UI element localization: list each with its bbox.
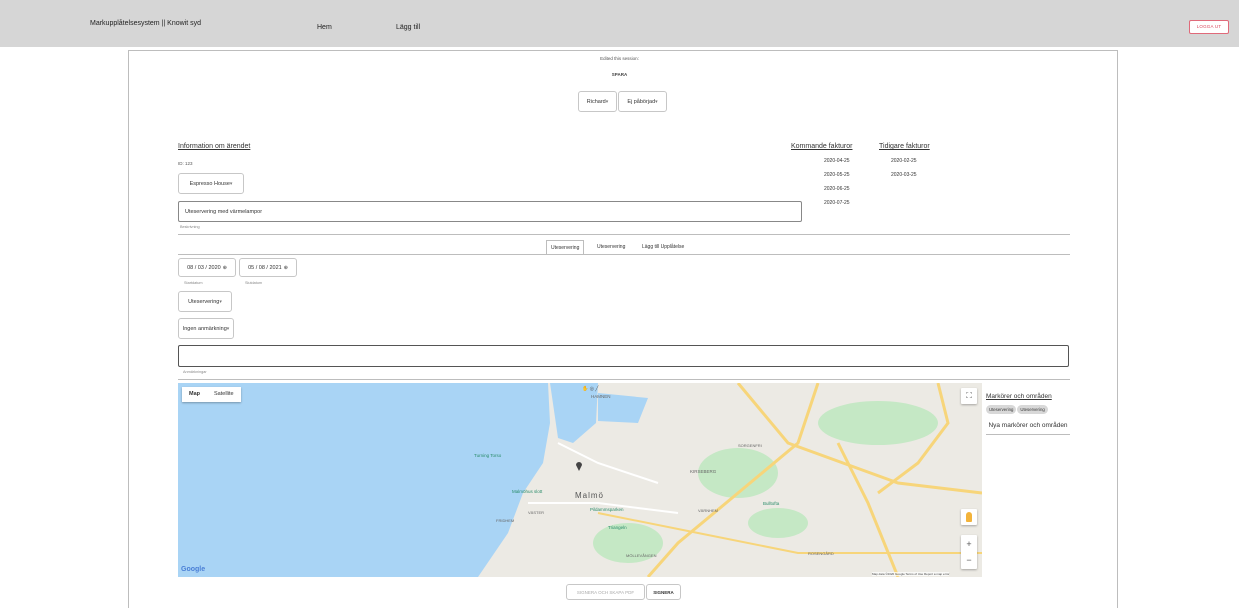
sign-button[interactable]: SIGNERA: [646, 584, 681, 600]
map-label-rosengard: ROSENGÅRD: [808, 551, 834, 556]
map-label-hamnen: HAMNEN: [591, 394, 611, 399]
notice-label: Ingen anmärkning: [182, 325, 227, 332]
new-markers-heading: Nya markörer och områden: [988, 422, 1068, 429]
nav-add-link[interactable]: Lägg till: [396, 24, 420, 31]
status-label: Ej påbörjad: [627, 98, 656, 105]
end-date-label: Slutdatum: [245, 281, 263, 285]
section-divider: [178, 234, 1070, 235]
permit-tabs: Uteservering Uteservering Lägg till Uppl…: [178, 240, 1070, 255]
notes-field[interactable]: [178, 345, 1069, 367]
map-poi-bulltofta: Bulltofta: [763, 501, 780, 506]
end-date-value: 05 / 08 / 2021: [248, 264, 282, 271]
case-id: ID: 123: [178, 161, 193, 166]
upcoming-invoices-heading: Kommande fakturor: [791, 143, 853, 150]
map-poi-malmohus: Malmöhus slott: [512, 489, 543, 494]
markers-panel: Markörer och områden Uteservering Uteserv…: [986, 393, 1070, 435]
logout-button[interactable]: LOGGA UT: [1189, 20, 1229, 34]
company-dropdown[interactable]: Espresso House: [178, 173, 244, 194]
zoom-control: + −: [961, 535, 977, 569]
nav-home-link[interactable]: Hem: [317, 24, 332, 31]
tab-uteservering-2[interactable]: Uteservering: [597, 240, 625, 254]
map-type-control: Map Satellite: [182, 387, 241, 402]
previous-invoice-date: 2020-03-25: [891, 172, 917, 178]
info-heading: Information om ärendet: [178, 143, 251, 150]
zoom-in-button[interactable]: +: [966, 536, 971, 552]
permit-type-dropdown[interactable]: Uteservering: [178, 291, 232, 312]
previous-invoice-date: 2020-02-25: [891, 158, 917, 164]
google-logo: Google: [181, 566, 206, 573]
start-date-label: Startdatum: [184, 281, 203, 285]
description-label: Beskrivning: [180, 225, 200, 229]
description-value: Uteservering med värmelampor: [185, 208, 263, 215]
marker-pills: Uteservering Uteservering: [986, 405, 1070, 414]
map-label-city: Malmö: [575, 491, 605, 500]
map-type-satellite-button[interactable]: Satellite: [207, 387, 241, 402]
tab-uteservering-1[interactable]: Uteservering: [546, 240, 585, 255]
marker-pill[interactable]: Uteservering: [1017, 405, 1048, 414]
upcoming-invoice-date: 2020-04-25: [824, 158, 850, 164]
street-view-pegman-icon[interactable]: [961, 509, 977, 525]
save-button[interactable]: SPARA: [0, 72, 1239, 77]
park-area: [818, 401, 938, 445]
map-type-map-button[interactable]: Map: [182, 387, 207, 402]
edited-session-text: Edited this session:: [600, 56, 639, 61]
fullscreen-icon[interactable]: ⛶: [961, 388, 977, 404]
tabs-divider: [178, 254, 1070, 255]
company-label: Espresso House: [189, 180, 230, 187]
start-date-input[interactable]: 08 / 03 / 2020 ⊕: [178, 258, 236, 277]
app-brand[interactable]: Markupplåtelsesystem || Knowit syd: [90, 20, 201, 27]
map-canvas[interactable]: [178, 383, 982, 577]
map-label-mollevangen: MÖLLEVÅNGEN: [626, 553, 657, 558]
tab-add-permit[interactable]: Lägg till Upplåtelse: [642, 240, 684, 254]
notes-label: Anmärkningar: [183, 370, 207, 374]
upcoming-invoice-date: 2020-05-25: [824, 172, 850, 178]
upcoming-invoice-date: 2020-07-25: [824, 200, 850, 206]
map-label-kirseberg: KIRSEBERG: [690, 469, 717, 474]
top-nav-bar: Markupplåtelsesystem || Knowit syd Hem L…: [0, 0, 1239, 47]
status-dropdown[interactable]: Ej påbörjad: [618, 91, 667, 112]
upcoming-invoice-date: 2020-06-25: [824, 186, 850, 192]
map-label-vaster: VÄSTER: [528, 510, 545, 515]
map-poi-pildammsparken: Pildammsparken: [590, 507, 624, 512]
map-divider: [178, 379, 1070, 380]
map-label-sorgenfri: SORGENFRI: [738, 443, 762, 448]
assignee-dropdown[interactable]: Richard: [578, 91, 617, 112]
calendar-icon: ⊕: [222, 264, 227, 271]
zoom-out-button[interactable]: −: [966, 552, 971, 568]
draw-tools[interactable]: ✋ ◎ ╱: [582, 386, 598, 392]
map-view[interactable]: Map Satellite ✋ ◎ ╱ HAMNEN KIRSEBERG FRI…: [178, 383, 982, 577]
map-attribution[interactable]: Map data ©2020 Google Terms of Use Repor…: [872, 572, 950, 576]
map-poi-triangeln: Triangeln: [608, 525, 627, 530]
map-label-varnhem: VÄRNHEM: [698, 508, 719, 513]
description-field[interactable]: Uteservering med värmelampor: [178, 201, 802, 222]
start-date-value: 08 / 03 / 2020: [187, 264, 221, 271]
markers-heading: Markörer och områden: [986, 393, 1052, 400]
permit-type-label: Uteservering: [188, 298, 220, 305]
notice-dropdown[interactable]: Ingen anmärkning: [178, 318, 234, 339]
park-area: [748, 508, 808, 538]
map-poi-turning-torso: Turning Torso: [474, 453, 502, 458]
calendar-icon: ⊕: [283, 264, 288, 271]
end-date-input[interactable]: 05 / 08 / 2021 ⊕: [239, 258, 297, 277]
previous-invoices-heading: Tidigare fakturor: [879, 143, 930, 150]
marker-pill[interactable]: Uteservering: [986, 405, 1017, 414]
sign-and-create-pdf-button[interactable]: SIGNERA OCH SKAPA PDF: [566, 584, 645, 600]
markers-divider: [986, 434, 1070, 435]
assignee-label: Richard: [586, 98, 606, 105]
map-label-fridhem: FRIDHEM: [496, 518, 515, 523]
